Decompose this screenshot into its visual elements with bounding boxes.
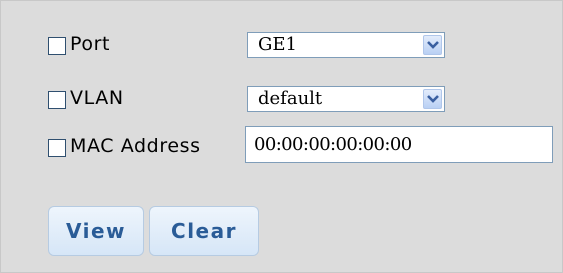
vlan-label: VLAN <box>70 87 124 109</box>
mac-label: MAC Address <box>70 135 201 157</box>
port-dropdown-button[interactable] <box>423 35 442 55</box>
port-checkbox[interactable] <box>48 37 66 55</box>
port-select-value: GE1 <box>258 34 297 55</box>
mac-checkbox[interactable] <box>48 139 66 157</box>
mac-filter-row: MAC Address <box>48 133 248 161</box>
mac-address-value: 00:00:00:00:00:00 <box>254 134 412 155</box>
chevron-down-icon <box>427 95 439 103</box>
port-filter-row: Port <box>48 31 248 59</box>
vlan-select-value: default <box>258 88 323 109</box>
clear-button[interactable]: Clear <box>149 206 259 256</box>
port-label: Port <box>70 33 111 55</box>
filter-panel: Port GE1 VLAN default MAC Address 00:00:… <box>0 0 563 273</box>
vlan-filter-row: VLAN <box>48 85 248 113</box>
port-select[interactable]: GE1 <box>247 32 445 58</box>
vlan-dropdown-button[interactable] <box>423 89 442 109</box>
mac-address-input[interactable]: 00:00:00:00:00:00 <box>245 126 553 163</box>
vlan-select[interactable]: default <box>247 86 445 112</box>
chevron-down-icon <box>427 41 439 49</box>
view-button[interactable]: View <box>48 206 144 256</box>
vlan-checkbox[interactable] <box>48 91 66 109</box>
